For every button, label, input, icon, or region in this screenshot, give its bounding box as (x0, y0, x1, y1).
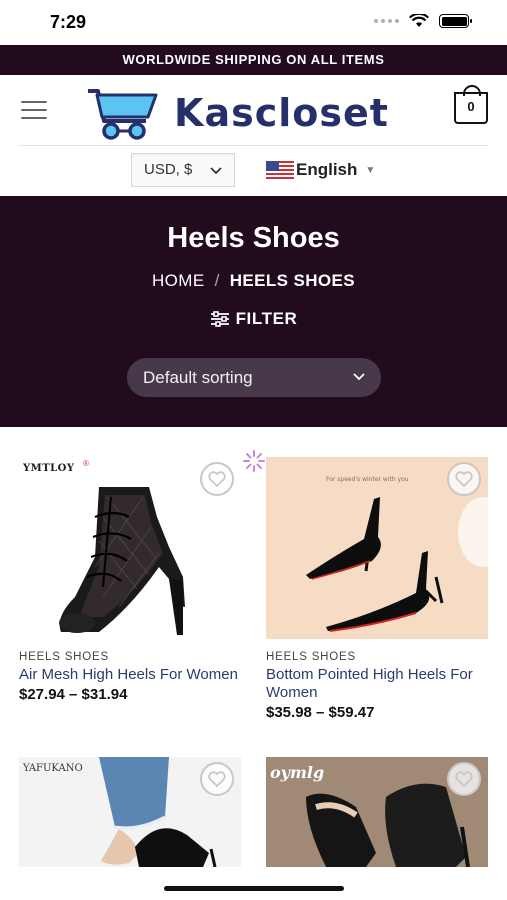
product-card[interactable]: YMTLOY ® HEELS SHOES Air Mesh High Heels… (19, 457, 241, 703)
product-price: $27.94 – $31.94 (19, 686, 128, 703)
status-icons (374, 14, 472, 28)
wishlist-heart-icon[interactable] (447, 762, 481, 796)
status-time: 7:29 (50, 12, 87, 32)
sort-select[interactable]: Default sorting (127, 358, 381, 397)
product-card[interactable]: For speed's winter with you HEELS SHOES … (266, 457, 488, 721)
product-card[interactable]: oymlg (266, 757, 488, 867)
chevron-down-icon (210, 167, 222, 175)
sort-value: Default sorting (143, 368, 253, 387)
site-logo[interactable]: Kascloset (84, 85, 389, 141)
filter-button[interactable]: FILTER (0, 309, 507, 329)
product-title-link[interactable]: Air Mesh High Heels For Women (19, 666, 241, 684)
locale-selectors: USD, $ English ▼ (0, 146, 507, 196)
product-price: $35.98 – $59.47 (266, 704, 375, 721)
loading-spinner-icon (243, 450, 265, 472)
breadcrumb-separator: / (214, 271, 220, 290)
signal-icon (374, 19, 399, 23)
currency-select[interactable]: USD, $ (131, 153, 235, 187)
hamburger-menu-icon[interactable] (21, 101, 47, 119)
page-title: Heels Shoes (167, 222, 340, 254)
home-indicator[interactable] (164, 886, 344, 891)
battery-icon (439, 14, 472, 28)
product-category[interactable]: HEELS SHOES (19, 651, 241, 663)
product-image[interactable]: For speed's winter with you (266, 457, 488, 639)
wishlist-heart-icon[interactable] (200, 762, 234, 796)
wishlist-heart-icon[interactable] (447, 462, 481, 496)
site-header: Kascloset 0 (0, 75, 507, 145)
us-flag-icon (266, 161, 294, 179)
product-image[interactable]: YAFUKANO (19, 757, 241, 867)
shopping-cart-logo-icon (88, 89, 158, 140)
language-value: English (296, 160, 358, 179)
breadcrumb: HOME / HEELS SHOES (0, 271, 507, 291)
category-hero: Heels Shoes HOME / HEELS SHOES FILTER Defa… (0, 196, 507, 427)
breadcrumb-home-link[interactable]: HOME (152, 271, 205, 290)
shipping-banner: WORLDWIDE SHIPPING ON ALL ITEMS (0, 45, 507, 75)
wifi-icon (409, 14, 429, 27)
filter-sliders-icon (210, 311, 229, 327)
logo-text: Kascloset (174, 91, 389, 135)
breadcrumb-current: HEELS SHOES (229, 271, 356, 290)
language-select[interactable]: English ▼ (266, 160, 375, 180)
product-category[interactable]: HEELS SHOES (266, 651, 488, 663)
caret-down-icon: ▼ (365, 164, 376, 176)
filter-label: FILTER (235, 309, 298, 328)
currency-value: USD, $ (144, 161, 193, 178)
product-image[interactable]: YMTLOY ® (19, 457, 241, 639)
wishlist-heart-icon[interactable] (200, 462, 234, 496)
svg-text:For speed's winter with you: For speed's winter with you (326, 476, 409, 483)
product-image[interactable]: oymlg (266, 757, 488, 867)
product-grid: YMTLOY ® HEELS SHOES Air Mesh High Heels… (0, 427, 507, 900)
product-card[interactable]: YAFUKANO (19, 757, 241, 867)
status-bar: 7:29 (0, 0, 507, 45)
cart-button[interactable]: 0 (454, 85, 488, 124)
chevron-down-icon (353, 373, 365, 381)
product-title-link[interactable]: Bottom Pointed High Heels For Women (266, 666, 488, 702)
